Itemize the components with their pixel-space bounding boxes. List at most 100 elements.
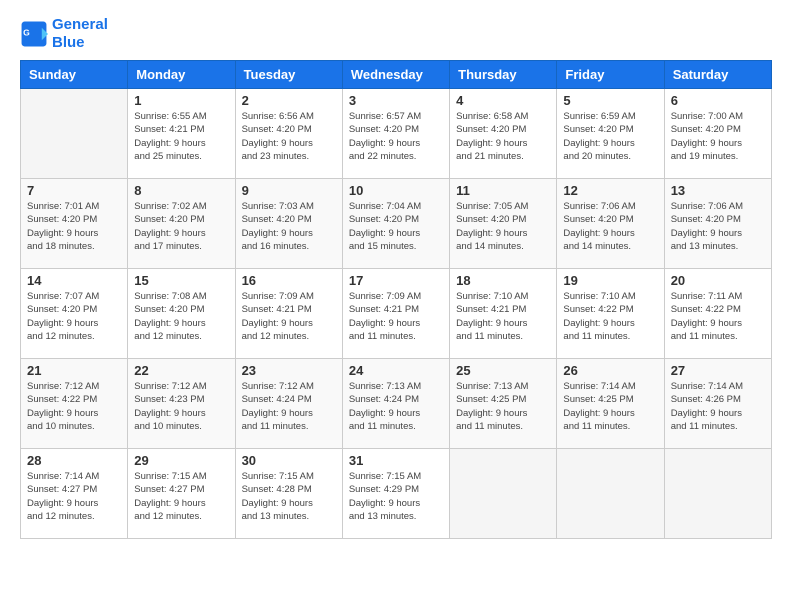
day-info: Sunrise: 7:12 AM Sunset: 4:23 PM Dayligh… [134, 380, 228, 433]
day-cell: 23 Sunrise: 7:12 AM Sunset: 4:24 PM Dayli… [235, 359, 342, 449]
logo: G General Blue [20, 16, 108, 52]
calendar-table: SundayMondayTuesdayWednesdayThursdayFrid… [20, 60, 772, 539]
day-cell [557, 449, 664, 539]
week-row-4: 21Sunrise: 7:12 AM Sunset: 4:22 PM Dayli… [21, 359, 772, 449]
day-info: Sunrise: 7:14 AM Sunset: 4:27 PM Dayligh… [27, 470, 121, 523]
day-info: Sunrise: 7:06 AM Sunset: 4:20 PM Dayligh… [563, 200, 657, 253]
day-cell: 12 Sunrise: 7:06 AM Sunset: 4:20 PM Dayli… [557, 179, 664, 269]
day-info: Sunrise: 7:14 AM Sunset: 4:26 PM Dayligh… [671, 380, 765, 433]
day-cell: 22 Sunrise: 7:12 AM Sunset: 4:23 PM Dayli… [128, 359, 235, 449]
day-cell: 10 Sunrise: 7:04 AM Sunset: 4:20 PM Dayli… [342, 179, 449, 269]
day-cell: 26 Sunrise: 7:14 AM Sunset: 4:25 PM Dayli… [557, 359, 664, 449]
day-number: 21 [27, 363, 121, 378]
day-info: Sunrise: 7:10 AM Sunset: 4:22 PM Dayligh… [563, 290, 657, 343]
day-info: Sunrise: 7:12 AM Sunset: 4:24 PM Dayligh… [242, 380, 336, 433]
day-number: 23 [242, 363, 336, 378]
day-info: Sunrise: 7:14 AM Sunset: 4:25 PM Dayligh… [563, 380, 657, 433]
day-number: 10 [349, 183, 443, 198]
day-cell: 13 Sunrise: 7:06 AM Sunset: 4:20 PM Dayli… [664, 179, 771, 269]
day-cell: 24Sunrise: 7:13 AM Sunset: 4:24 PM Dayli… [342, 359, 449, 449]
day-cell: 29 Sunrise: 7:15 AM Sunset: 4:27 PM Dayli… [128, 449, 235, 539]
day-number: 2 [242, 93, 336, 108]
day-info: Sunrise: 6:57 AM Sunset: 4:20 PM Dayligh… [349, 110, 443, 163]
day-cell: 27 Sunrise: 7:14 AM Sunset: 4:26 PM Dayli… [664, 359, 771, 449]
day-info: Sunrise: 7:15 AM Sunset: 4:27 PM Dayligh… [134, 470, 228, 523]
day-info: Sunrise: 7:13 AM Sunset: 4:24 PM Dayligh… [349, 380, 443, 433]
day-number: 25 [456, 363, 550, 378]
day-number: 18 [456, 273, 550, 288]
day-cell: 15Sunrise: 7:08 AM Sunset: 4:20 PM Dayli… [128, 269, 235, 359]
header: G General Blue [20, 16, 772, 52]
day-info: Sunrise: 6:55 AM Sunset: 4:21 PM Dayligh… [134, 110, 228, 163]
logo-text: General Blue [52, 16, 108, 52]
day-number: 13 [671, 183, 765, 198]
day-info: Sunrise: 7:13 AM Sunset: 4:25 PM Dayligh… [456, 380, 550, 433]
day-info: Sunrise: 7:06 AM Sunset: 4:20 PM Dayligh… [671, 200, 765, 253]
day-cell: 2 Sunrise: 6:56 AM Sunset: 4:20 PM Daylig… [235, 89, 342, 179]
logo-icon: G [20, 20, 48, 48]
day-number: 4 [456, 93, 550, 108]
day-cell: 5Sunrise: 6:59 AM Sunset: 4:20 PM Daylig… [557, 89, 664, 179]
day-cell: 17 Sunrise: 7:09 AM Sunset: 4:21 PM Dayli… [342, 269, 449, 359]
day-header-saturday: Saturday [664, 61, 771, 89]
day-number: 16 [242, 273, 336, 288]
day-header-sunday: Sunday [21, 61, 128, 89]
day-info: Sunrise: 7:01 AM Sunset: 4:20 PM Dayligh… [27, 200, 121, 253]
day-number: 7 [27, 183, 121, 198]
day-info: Sunrise: 7:11 AM Sunset: 4:22 PM Dayligh… [671, 290, 765, 343]
day-cell: 21Sunrise: 7:12 AM Sunset: 4:22 PM Dayli… [21, 359, 128, 449]
day-info: Sunrise: 7:02 AM Sunset: 4:20 PM Dayligh… [134, 200, 228, 253]
day-cell: 28 Sunrise: 7:14 AM Sunset: 4:27 PM Dayli… [21, 449, 128, 539]
day-header-row: SundayMondayTuesdayWednesdayThursdayFrid… [21, 61, 772, 89]
day-cell [21, 89, 128, 179]
day-cell [450, 449, 557, 539]
day-cell: 3 Sunrise: 6:57 AM Sunset: 4:20 PM Daylig… [342, 89, 449, 179]
day-number: 9 [242, 183, 336, 198]
day-info: Sunrise: 7:05 AM Sunset: 4:20 PM Dayligh… [456, 200, 550, 253]
day-number: 3 [349, 93, 443, 108]
day-cell: 16Sunrise: 7:09 AM Sunset: 4:21 PM Dayli… [235, 269, 342, 359]
day-header-monday: Monday [128, 61, 235, 89]
day-cell: 14 Sunrise: 7:07 AM Sunset: 4:20 PM Dayli… [21, 269, 128, 359]
day-header-tuesday: Tuesday [235, 61, 342, 89]
day-header-thursday: Thursday [450, 61, 557, 89]
day-number: 30 [242, 453, 336, 468]
day-number: 14 [27, 273, 121, 288]
day-cell: 9 Sunrise: 7:03 AM Sunset: 4:20 PM Daylig… [235, 179, 342, 269]
day-number: 31 [349, 453, 443, 468]
day-header-wednesday: Wednesday [342, 61, 449, 89]
day-info: Sunrise: 7:09 AM Sunset: 4:21 PM Dayligh… [349, 290, 443, 343]
day-number: 12 [563, 183, 657, 198]
day-info: Sunrise: 7:07 AM Sunset: 4:20 PM Dayligh… [27, 290, 121, 343]
day-number: 29 [134, 453, 228, 468]
day-info: Sunrise: 6:59 AM Sunset: 4:20 PM Dayligh… [563, 110, 657, 163]
day-cell: 11 Sunrise: 7:05 AM Sunset: 4:20 PM Dayli… [450, 179, 557, 269]
day-cell: 19 Sunrise: 7:10 AM Sunset: 4:22 PM Dayli… [557, 269, 664, 359]
day-cell: 18 Sunrise: 7:10 AM Sunset: 4:21 PM Dayli… [450, 269, 557, 359]
day-cell: 4 Sunrise: 6:58 AM Sunset: 4:20 PM Daylig… [450, 89, 557, 179]
day-number: 26 [563, 363, 657, 378]
day-number: 8 [134, 183, 228, 198]
day-cell: 6Sunrise: 7:00 AM Sunset: 4:20 PM Daylig… [664, 89, 771, 179]
day-number: 19 [563, 273, 657, 288]
day-info: Sunrise: 7:03 AM Sunset: 4:20 PM Dayligh… [242, 200, 336, 253]
day-cell: 1 Sunrise: 6:55 AM Sunset: 4:21 PM Daylig… [128, 89, 235, 179]
week-row-2: 7 Sunrise: 7:01 AM Sunset: 4:20 PM Daylig… [21, 179, 772, 269]
day-number: 1 [134, 93, 228, 108]
day-info: Sunrise: 6:58 AM Sunset: 4:20 PM Dayligh… [456, 110, 550, 163]
day-info: Sunrise: 6:56 AM Sunset: 4:20 PM Dayligh… [242, 110, 336, 163]
day-number: 17 [349, 273, 443, 288]
day-number: 11 [456, 183, 550, 198]
day-number: 28 [27, 453, 121, 468]
day-cell: 20Sunrise: 7:11 AM Sunset: 4:22 PM Dayli… [664, 269, 771, 359]
day-cell: 30Sunrise: 7:15 AM Sunset: 4:28 PM Dayli… [235, 449, 342, 539]
day-cell: 25 Sunrise: 7:13 AM Sunset: 4:25 PM Dayli… [450, 359, 557, 449]
day-number: 27 [671, 363, 765, 378]
day-info: Sunrise: 7:08 AM Sunset: 4:20 PM Dayligh… [134, 290, 228, 343]
day-info: Sunrise: 7:10 AM Sunset: 4:21 PM Dayligh… [456, 290, 550, 343]
day-info: Sunrise: 7:04 AM Sunset: 4:20 PM Dayligh… [349, 200, 443, 253]
day-number: 22 [134, 363, 228, 378]
day-info: Sunrise: 7:15 AM Sunset: 4:29 PM Dayligh… [349, 470, 443, 523]
week-row-3: 14 Sunrise: 7:07 AM Sunset: 4:20 PM Dayli… [21, 269, 772, 359]
day-header-friday: Friday [557, 61, 664, 89]
